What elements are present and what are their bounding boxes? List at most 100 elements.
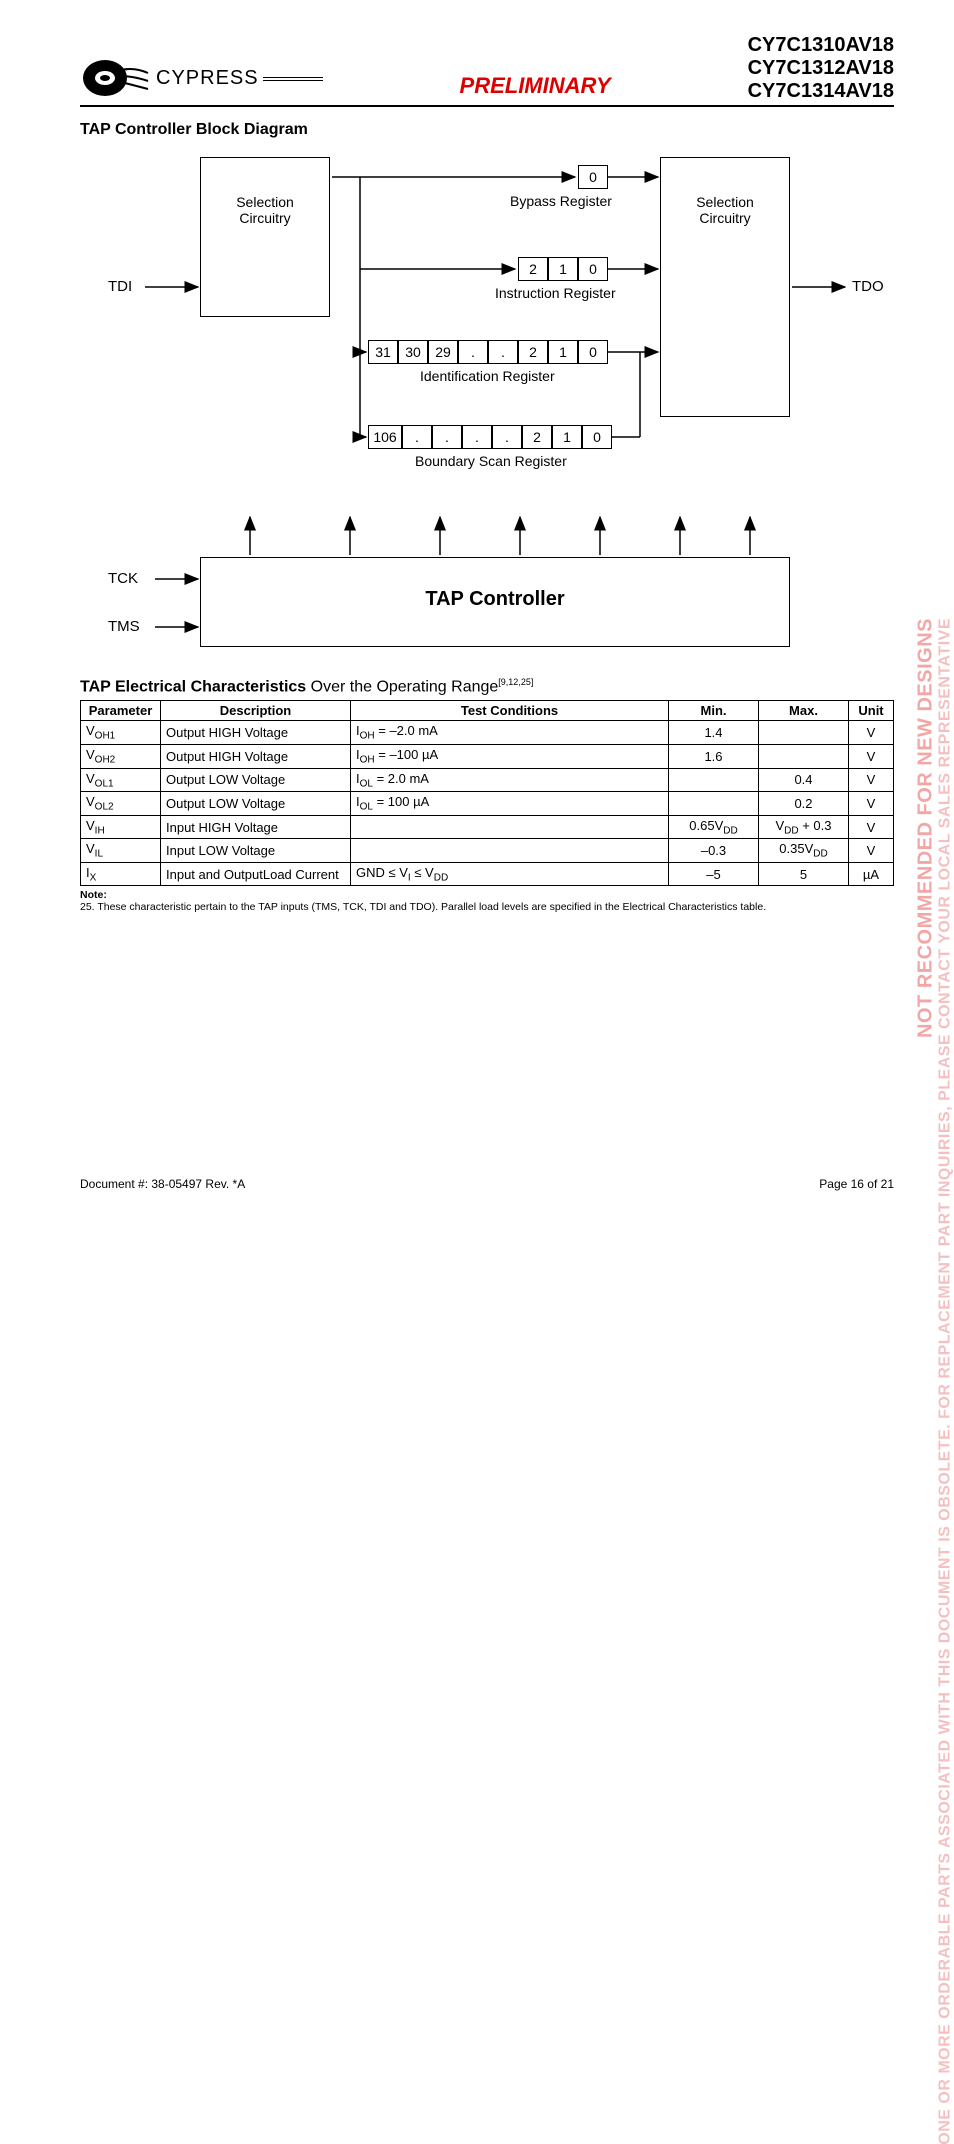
cell-max: 0.2: [759, 792, 849, 816]
note-block: Note: 25. These characteristic pertain t…: [80, 889, 894, 913]
cell-desc: Output LOW Voltage: [161, 768, 351, 792]
id-bit: 2: [518, 340, 548, 364]
page-header: CYPRESS PRELIMINARY CY7C1310AV18 CY7C131…: [80, 34, 894, 107]
note-label: Note:: [80, 889, 107, 901]
elec-heading-refs: [9,12,25]: [498, 677, 533, 687]
cell-unit: V: [849, 792, 894, 816]
cell-desc: Input LOW Voltage: [161, 839, 351, 863]
col-conditions: Test Conditions: [351, 701, 669, 721]
cell-unit: V: [849, 839, 894, 863]
cell-param: VIL: [81, 839, 161, 863]
diagram-title: TAP Controller Block Diagram: [80, 121, 894, 139]
brand-name: CYPRESS: [156, 67, 259, 89]
col-description: Description: [161, 701, 351, 721]
selection-circuitry-left: Selection Circuitry: [200, 157, 330, 317]
instr-bit: 2: [518, 257, 548, 281]
cell-desc: Output HIGH Voltage: [161, 744, 351, 768]
bscan-bit: 0: [582, 425, 612, 449]
cell-min: [669, 792, 759, 816]
bscan-bit: 2: [522, 425, 552, 449]
page-footer: Document #: 38-05497 Rev. *A Page 16 of …: [80, 1177, 894, 1191]
cell-param: VOL2: [81, 792, 161, 816]
cell-cond: IOH = –2.0 mA: [351, 721, 669, 745]
id-bit: 29: [428, 340, 458, 364]
cell-min: –5: [669, 862, 759, 886]
part-numbers: CY7C1310AV18 CY7C1312AV18 CY7C1314AV18: [748, 34, 894, 103]
cell-desc: Input and OutputLoad Current: [161, 862, 351, 886]
table-row: IXInput and OutputLoad CurrentGND ≤ VI ≤…: [81, 862, 894, 886]
cell-max: [759, 721, 849, 745]
cell-desc: Input HIGH Voltage: [161, 815, 351, 839]
cell-param: VIH: [81, 815, 161, 839]
instr-bit: 0: [578, 257, 608, 281]
cypress-logo-icon: [80, 53, 150, 103]
col-max: Max.: [759, 701, 849, 721]
cell-min: 0.65VDD: [669, 815, 759, 839]
cell-cond: GND ≤ VI ≤ VDD: [351, 862, 669, 886]
tap-controller-box: TAP Controller: [200, 557, 790, 647]
cell-max: 0.4: [759, 768, 849, 792]
cell-param: VOH1: [81, 721, 161, 745]
id-bit: 30: [398, 340, 428, 364]
bypass-label: Bypass Register: [510, 193, 612, 209]
col-unit: Unit: [849, 701, 894, 721]
tdo-label: TDO: [852, 278, 884, 295]
bscan-bit: 106: [368, 425, 402, 449]
elec-table: Parameter Description Test Conditions Mi…: [80, 700, 894, 886]
selection-circuitry-right: Selection Circuitry: [660, 157, 790, 417]
cell-param: VOH2: [81, 744, 161, 768]
cell-min: 1.6: [669, 744, 759, 768]
doc-number: Document #: 38-05497 Rev. *A: [80, 1177, 245, 1191]
col-min: Min.: [669, 701, 759, 721]
id-bit: 31: [368, 340, 398, 364]
cell-min: –0.3: [669, 839, 759, 863]
instr-bit: 1: [548, 257, 578, 281]
bscan-label: Boundary Scan Register: [415, 453, 567, 469]
part-number: CY7C1312AV18: [748, 57, 894, 80]
cell-unit: V: [849, 815, 894, 839]
cell-max: 5: [759, 862, 849, 886]
tdi-label: TDI: [108, 278, 132, 295]
part-number: CY7C1314AV18: [748, 80, 894, 103]
cell-unit: V: [849, 768, 894, 792]
elec-heading-rest: Over the Operating Range: [306, 678, 498, 695]
id-bit: .: [458, 340, 488, 364]
part-number: CY7C1310AV18: [748, 34, 894, 57]
cell-min: 1.4: [669, 721, 759, 745]
preliminary-label: PRELIMINARY: [460, 73, 611, 103]
cell-max: VDD + 0.3: [759, 815, 849, 839]
table-row: VOL1Output LOW VoltageIOL = 2.0 mA 0.4V: [81, 768, 894, 792]
bypass-bit-0: 0: [578, 165, 608, 189]
table-row: VOH2Output HIGH VoltageIOH = –100 µA1.6V: [81, 744, 894, 768]
cell-cond: [351, 839, 669, 863]
cell-desc: Output HIGH Voltage: [161, 721, 351, 745]
tap-block-diagram: Selection Circuitry Selection Circuitry …: [100, 147, 860, 667]
id-bit: 1: [548, 340, 578, 364]
cell-cond: IOL = 2.0 mA: [351, 768, 669, 792]
bscan-bit: .: [402, 425, 432, 449]
table-row: VILInput LOW Voltage–0.30.35VDDV: [81, 839, 894, 863]
cell-min: [669, 768, 759, 792]
bscan-bit: .: [462, 425, 492, 449]
bscan-bit: .: [492, 425, 522, 449]
cell-cond: IOL = 100 µA: [351, 792, 669, 816]
id-label: Identification Register: [420, 368, 555, 384]
table-row: VOH1Output HIGH VoltageIOH = –2.0 mA1.4 V: [81, 721, 894, 745]
id-bit: 0: [578, 340, 608, 364]
cell-unit: V: [849, 721, 894, 745]
table-row: VIHInput HIGH Voltage 0.65VDDVDD + 0.3V: [81, 815, 894, 839]
elec-heading: TAP Electrical Characteristics Over the …: [80, 677, 894, 696]
cell-unit: µA: [849, 862, 894, 886]
cell-desc: Output LOW Voltage: [161, 792, 351, 816]
cell-cond: IOH = –100 µA: [351, 744, 669, 768]
table-header-row: Parameter Description Test Conditions Mi…: [81, 701, 894, 721]
table-row: VOL2Output LOW VoltageIOL = 100 µA 0.2V: [81, 792, 894, 816]
cell-param: VOL1: [81, 768, 161, 792]
cell-max: [759, 744, 849, 768]
tms-label: TMS: [108, 618, 140, 635]
instr-label: Instruction Register: [495, 285, 616, 301]
id-bit: .: [488, 340, 518, 364]
brand-logo: CYPRESS: [80, 53, 323, 103]
page-number: Page 16 of 21: [819, 1177, 894, 1191]
col-parameter: Parameter: [81, 701, 161, 721]
